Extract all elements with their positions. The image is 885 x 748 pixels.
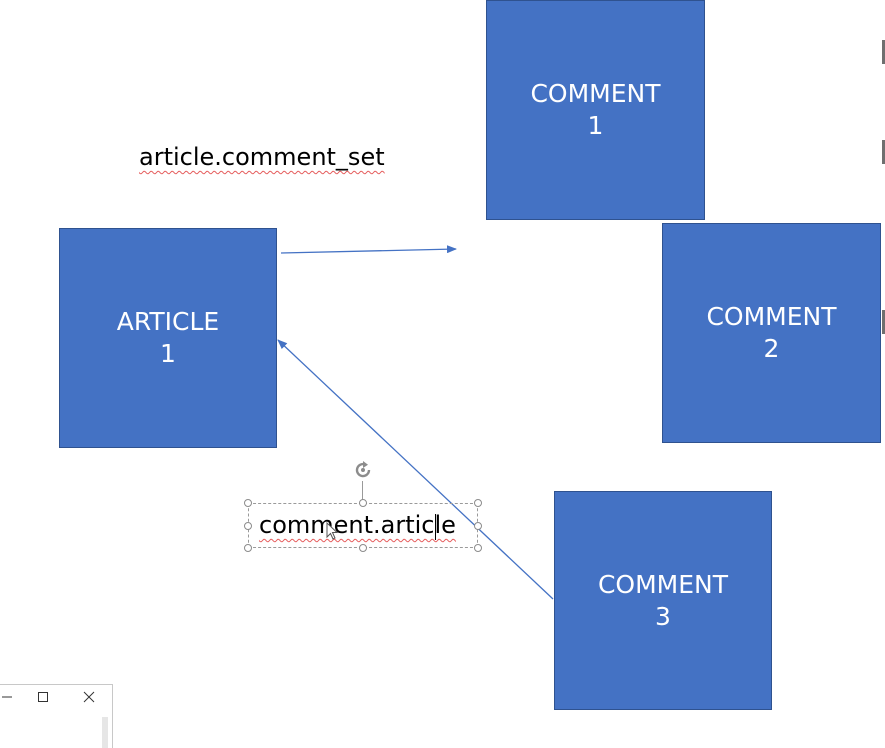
comment-1-box[interactable]: COMMENT 1 xyxy=(486,0,705,220)
maximize-icon[interactable] xyxy=(35,689,51,705)
resize-handle-bottom-right[interactable] xyxy=(474,544,482,552)
resize-handle-middle-left[interactable] xyxy=(244,522,252,530)
comment-1-title: COMMENT xyxy=(530,79,661,108)
resize-handle-top-right[interactable] xyxy=(474,499,482,507)
text-caret xyxy=(435,514,436,540)
resize-handle-middle-right[interactable] xyxy=(474,522,482,530)
resize-handle-bottom-left[interactable] xyxy=(244,544,252,552)
close-icon[interactable] xyxy=(81,689,97,705)
rotate-handle-icon[interactable] xyxy=(352,459,374,481)
article-1-number: 1 xyxy=(160,339,176,368)
comment-2-box[interactable]: COMMENT 2 xyxy=(662,223,881,443)
slide-canvas[interactable]: COMMENT 1 ARTICLE 1 COMMENT 2 COMMENT 3 … xyxy=(0,0,885,748)
minimize-icon[interactable] xyxy=(0,689,15,705)
article-1-title: ARTICLE xyxy=(116,307,220,336)
arrow-cursor-icon xyxy=(326,522,339,540)
window-scrollbar[interactable] xyxy=(102,717,108,748)
comment-article-text[interactable]: comment.article xyxy=(259,511,456,539)
article-1-box[interactable]: ARTICLE 1 xyxy=(59,228,277,448)
comment-article-textbox[interactable]: comment.article xyxy=(244,499,482,552)
comment-1-number: 1 xyxy=(587,111,604,140)
resize-handle-top-center[interactable] xyxy=(359,499,367,507)
comment-3-title: COMMENT xyxy=(597,569,729,599)
resize-handle-top-left[interactable] xyxy=(244,499,252,507)
comment-2-title: COMMENT xyxy=(706,302,837,331)
arrow-comment-to-article[interactable] xyxy=(277,339,554,600)
comment-3-number: 3 xyxy=(655,601,671,631)
comment-3-box[interactable]: COMMENT 3 xyxy=(554,491,772,710)
arrow-article-to-comments[interactable] xyxy=(280,245,457,254)
comment-set-textbox[interactable]: article.comment_set xyxy=(139,143,385,171)
resize-handle-bottom-center[interactable] xyxy=(359,544,367,552)
comment-2-number: 2 xyxy=(763,334,780,363)
background-window xyxy=(0,684,113,748)
